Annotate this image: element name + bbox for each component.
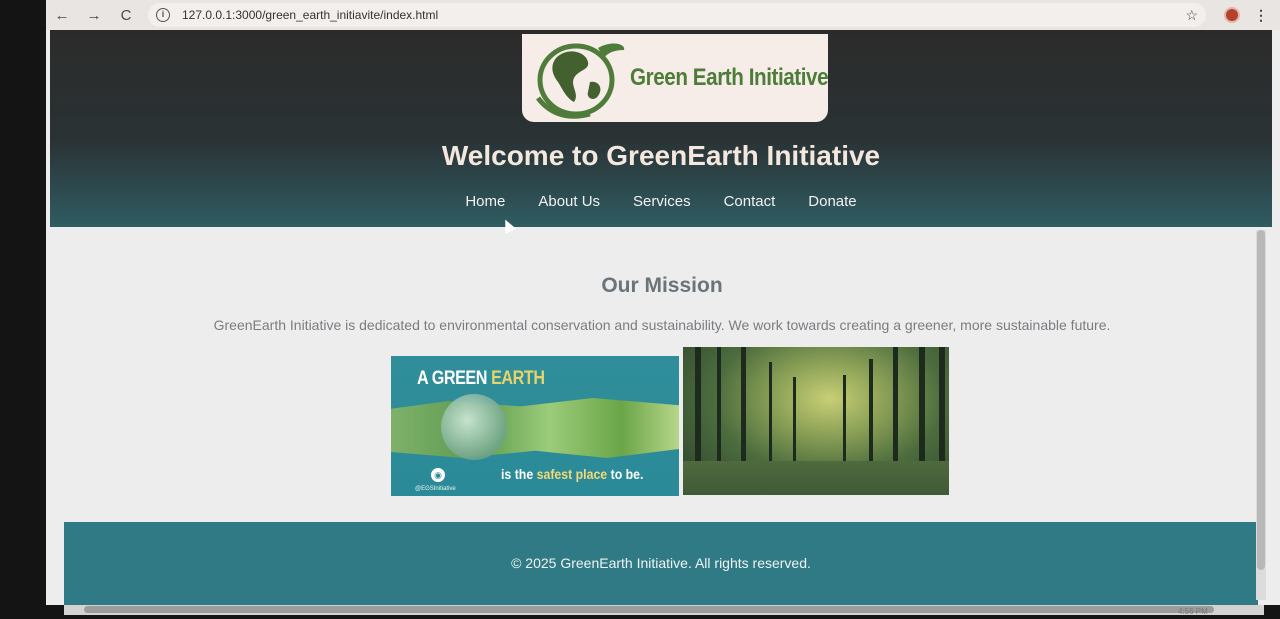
forward-icon[interactable]: → xyxy=(78,2,110,28)
profile-avatar[interactable] xyxy=(1224,7,1240,23)
nav-donate[interactable]: Donate xyxy=(792,193,873,210)
nav-contact[interactable]: Contact xyxy=(707,193,792,210)
glass-globe-graphic xyxy=(441,394,507,460)
url-text[interactable]: 127.0.0.1:3000/green_earth_initiavite/in… xyxy=(182,8,438,22)
globe-logo-icon xyxy=(536,43,625,119)
copyright-text: © 2025 GreenEarth Initiative. All rights… xyxy=(511,555,811,571)
reload-icon[interactable]: C xyxy=(110,2,142,28)
address-bar[interactable]: i 127.0.0.1:3000/green_earth_initiavite/… xyxy=(148,3,1206,27)
site-logo[interactable]: Green Earth Initiative xyxy=(522,34,828,122)
browser-menu-icon[interactable]: ⋮ xyxy=(1254,7,1268,24)
nav-home[interactable]: Home xyxy=(449,193,522,210)
bookmark-star-icon[interactable]: ☆ xyxy=(1185,7,1198,24)
nav-about-us[interactable]: About Us xyxy=(522,193,617,210)
horizontal-scrollbar[interactable] xyxy=(64,605,1264,615)
site-title: Welcome to GreenEarth Initiative xyxy=(441,140,881,171)
torn-foliage-strip xyxy=(391,398,679,458)
back-icon[interactable]: ← xyxy=(46,2,78,28)
web-page: Green Earth Initiative Welcome to GreenE… xyxy=(46,30,1280,605)
forest-photo xyxy=(683,347,949,495)
nav-services[interactable]: Services xyxy=(617,193,708,210)
globe-badge-icon: ◉ xyxy=(431,468,445,482)
site-header: Green Earth Initiative Welcome to GreenE… xyxy=(50,30,1272,227)
banner-headline: A GREEN EARTH xyxy=(417,368,545,389)
banner-handle: @EGSInitiative xyxy=(415,486,456,492)
green-earth-banner-image: A GREEN EARTH ◉ is the safest place to b… xyxy=(391,356,679,496)
taskbar-clock: 4:56 PM xyxy=(1178,607,1208,616)
banner-tagline: is the safest place to be. xyxy=(501,466,644,482)
main-content: Our Mission GreenEarth Initiative is ded… xyxy=(52,227,1272,527)
mission-heading: Our Mission xyxy=(601,274,723,297)
vertical-scrollbar[interactable] xyxy=(1256,230,1266,600)
logo-wordmark: Green Earth Initiative xyxy=(630,64,828,91)
site-footer: © 2025 GreenEarth Initiative. All rights… xyxy=(64,522,1258,605)
browser-toolbar: ← → C i 127.0.0.1:3000/green_earth_initi… xyxy=(46,0,1280,30)
site-info-icon[interactable]: i xyxy=(156,8,170,22)
main-nav: Home About Us Services Contact Donate xyxy=(50,193,1272,210)
mission-text: GreenEarth Initiative is dedicated to en… xyxy=(213,317,1111,333)
